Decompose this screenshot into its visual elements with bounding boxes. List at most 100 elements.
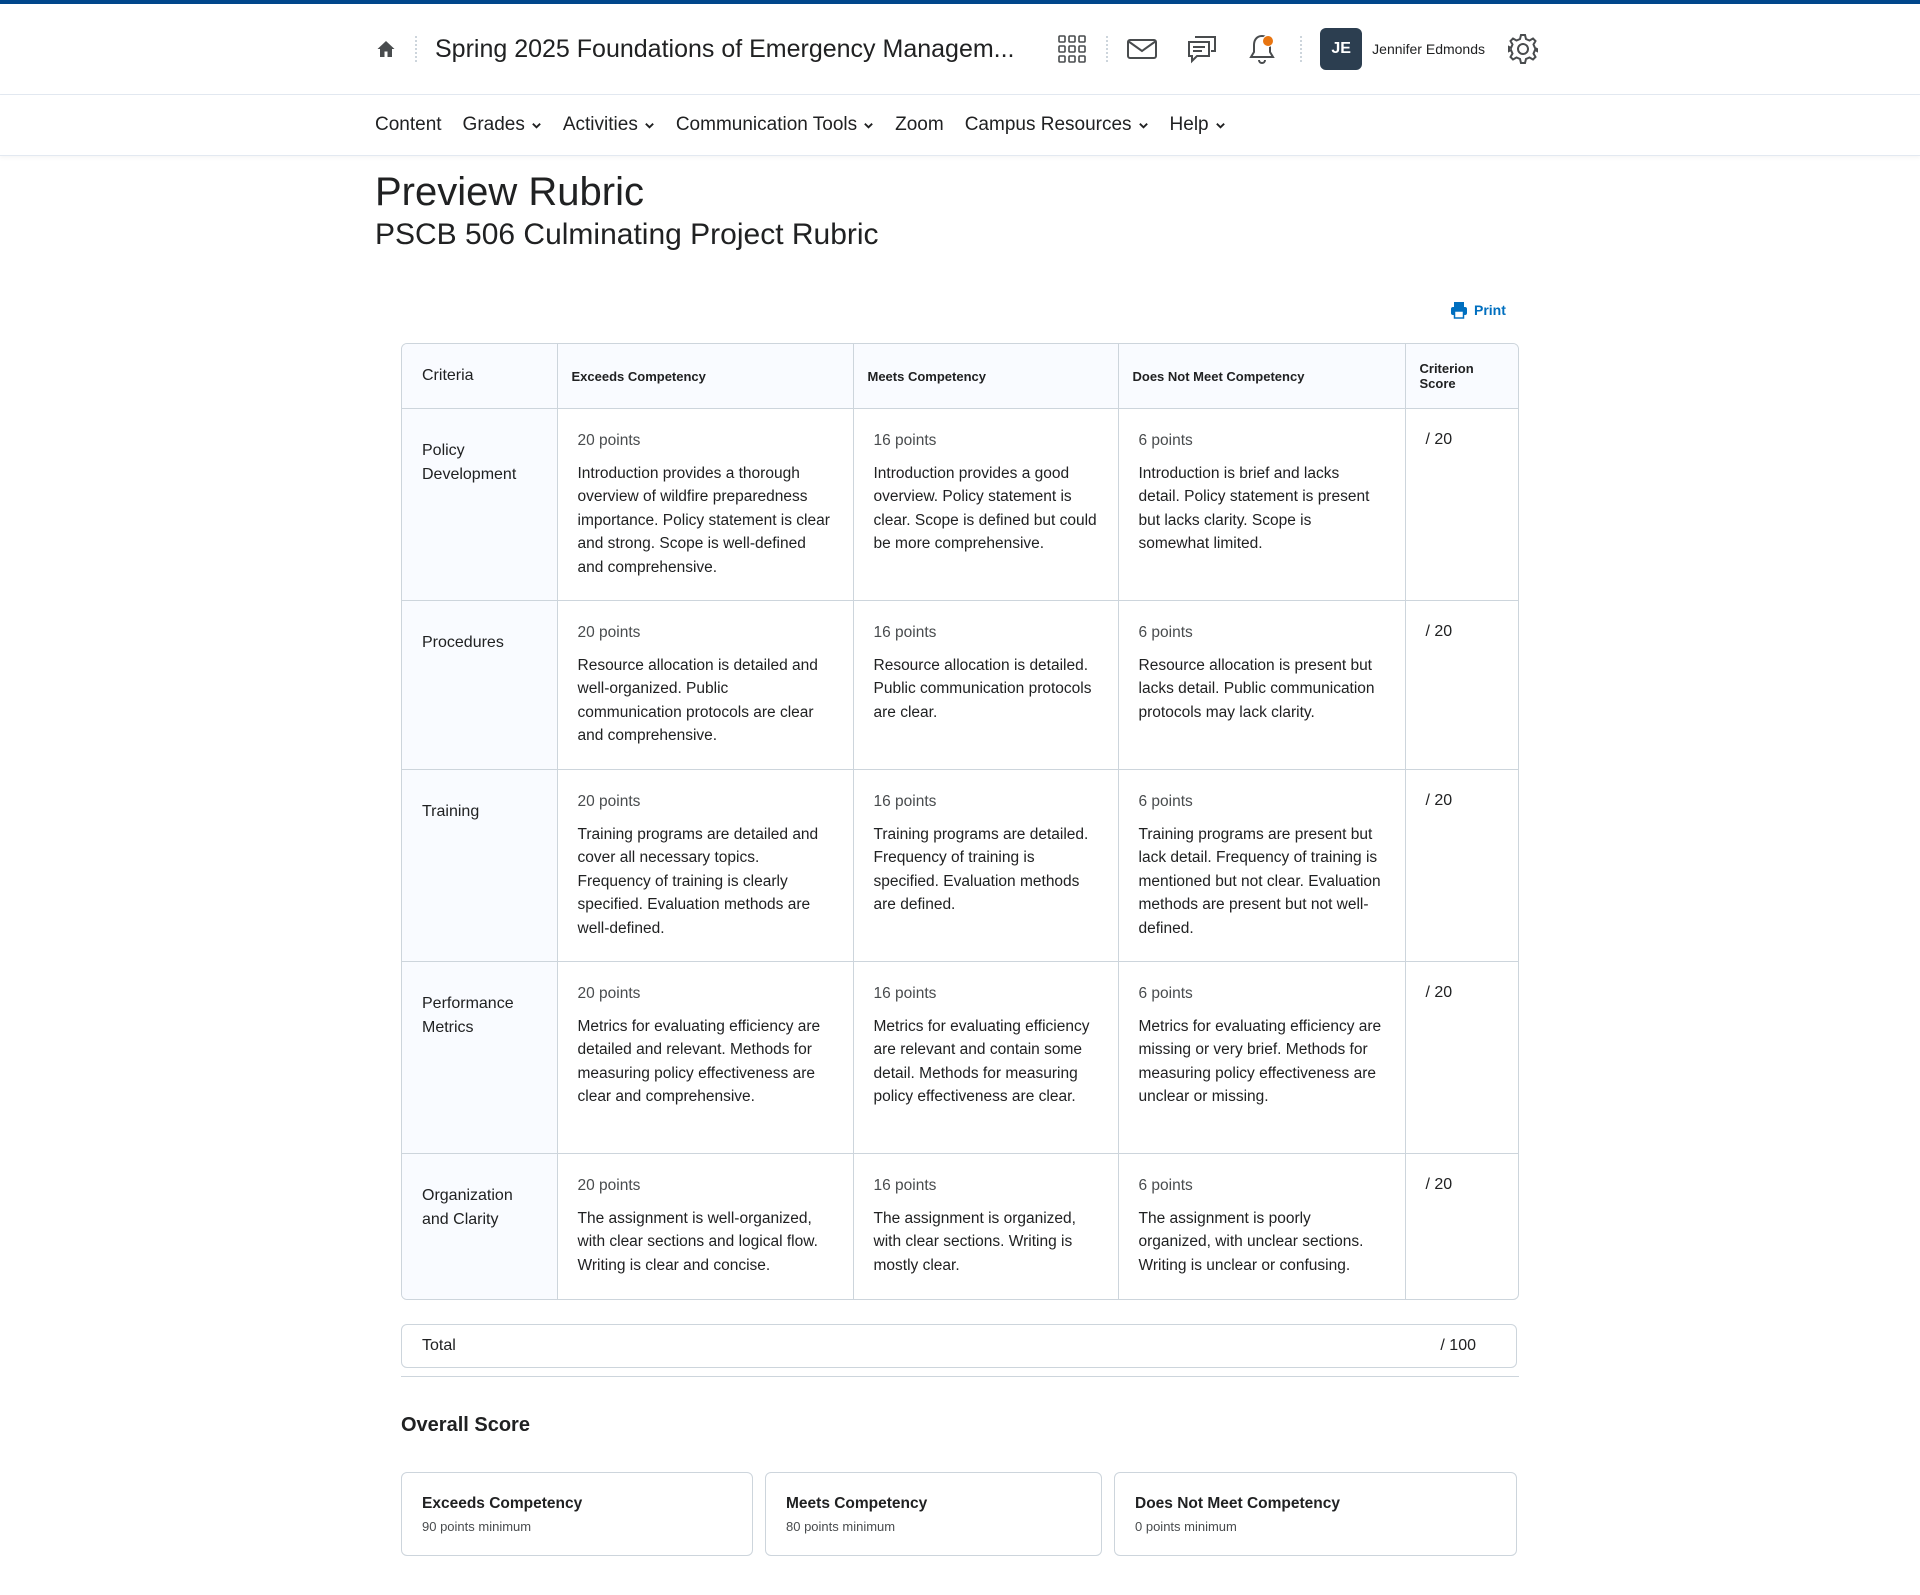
print-button[interactable]: Print: [1450, 301, 1506, 319]
level-points: 20 points: [577, 432, 641, 449]
criterion-score: / 20: [1405, 961, 1518, 1154]
level-cell: 16 points Introduction provides a good ov…: [853, 408, 1119, 601]
divider: [401, 1376, 1519, 1377]
overall-level-name: Meets Competency: [786, 1495, 928, 1512]
overall-level-card: Exceeds Competency 90 points minimum: [401, 1472, 753, 1556]
nav-communication-tools[interactable]: Communication Tools: [676, 114, 874, 136]
level-description: Training programs are present but lack d…: [1138, 825, 1381, 937]
overall-level-card: Meets Competency 80 points minimum: [765, 1472, 1102, 1556]
level-description: Introduction provides a good overview. P…: [873, 464, 1097, 553]
header-divider: [415, 36, 417, 62]
level-points: 20 points: [577, 793, 641, 810]
total-score: / 100: [1440, 1337, 1476, 1354]
nav-campus-resources[interactable]: Campus Resources: [965, 114, 1149, 136]
nav-label: Content: [375, 114, 442, 135]
level-points: 6 points: [1138, 793, 1193, 810]
criterion-score: / 20: [1405, 408, 1518, 601]
chevron-down-icon: [1138, 122, 1148, 129]
criterion-name: Organization and Clarity: [402, 1153, 558, 1299]
gear-icon[interactable]: [1501, 27, 1545, 71]
header-bar: Spring 2025 Foundations of Emergency Man…: [0, 4, 1920, 95]
level-description: Resource allocation is detailed and well…: [577, 656, 818, 745]
total-label: Total: [422, 1337, 456, 1354]
criterion-name: Procedures: [402, 600, 558, 770]
column-header: Criterion Score: [1405, 344, 1518, 409]
overall-level-minimum: 90 points minimum: [422, 1519, 532, 1534]
overall-level-minimum: 80 points minimum: [786, 1519, 896, 1534]
level-cell: 20 points Resource allocation is detailed…: [557, 600, 854, 770]
bell-icon[interactable]: [1240, 27, 1284, 71]
level-cell: 20 points Introduction provides a thoroug…: [557, 408, 854, 601]
app-grid-icon[interactable]: [1050, 27, 1094, 71]
rubric-table: Criteria Exceeds Competency Meets Compet…: [401, 343, 1519, 1300]
nav-activities[interactable]: Activities: [563, 114, 655, 136]
level-cell: 6 points Resource allocation is present b…: [1118, 600, 1406, 770]
level-points: 16 points: [873, 432, 937, 449]
chat-icon[interactable]: [1180, 27, 1224, 71]
level-points: 20 points: [577, 985, 641, 1002]
level-description: The assignment is well-organized, with c…: [577, 1209, 818, 1274]
level-description: Training programs are detailed and cover…: [577, 825, 819, 937]
level-description: Resource allocation is present but lacks…: [1138, 656, 1375, 721]
criterion-name: Training: [402, 769, 558, 962]
level-description: Metrics for evaluating efficiency are re…: [873, 1017, 1090, 1106]
nav-label: Help: [1169, 114, 1209, 135]
rubric-name: PSCB 506 Culminating Project Rubric: [375, 218, 879, 251]
nav-label: Grades: [462, 114, 525, 135]
level-cell: 16 points Resource allocation is detailed…: [853, 600, 1119, 770]
criterion-score: / 20: [1425, 1176, 1453, 1193]
level-description: Introduction is brief and lacks detail. …: [1138, 464, 1370, 553]
table-row: Training 20 points Training programs are …: [402, 769, 1518, 962]
course-navbar: Content Grades Activities Communication …: [0, 95, 1920, 156]
header-divider: [1300, 36, 1303, 62]
chevron-down-icon: [532, 122, 541, 129]
criterion-name: Policy Development: [402, 408, 558, 601]
level-cell: 6 points Metrics for evaluating efficienc…: [1118, 961, 1406, 1154]
nav-help[interactable]: Help: [1170, 114, 1226, 136]
chevron-down-icon: [1215, 122, 1225, 129]
level-cell: 20 points Training programs are detailed …: [557, 769, 854, 962]
course-title[interactable]: Spring 2025 Foundations of Emergency Man…: [435, 35, 1015, 64]
criterion-score: / 20: [1405, 600, 1518, 770]
level-points: 6 points: [1138, 432, 1193, 449]
overall-level-card: Does Not Meet Competency 0 points minimu…: [1114, 1472, 1517, 1556]
level-cell: 16 points The assignment is organized, wi…: [853, 1153, 1119, 1299]
user-name[interactable]: Jennifer Edmonds: [1372, 41, 1485, 57]
nav-zoom[interactable]: Zoom: [895, 114, 944, 136]
total-row: Total / 100: [401, 1324, 1517, 1368]
header-actions: JE Jennifer Edmonds: [1042, 27, 1545, 71]
rubric-header-row: Criteria Exceeds Competency Meets Compet…: [402, 344, 1518, 409]
criterion-name: Performance Metrics: [402, 961, 558, 1154]
column-header: Criteria: [402, 344, 558, 409]
overall-level-name: Exceeds Competency: [422, 1495, 583, 1512]
level-points: 6 points: [1138, 985, 1193, 1002]
level-points: 16 points: [873, 624, 937, 641]
overall-level-name: Does Not Meet Competency: [1135, 1495, 1340, 1512]
home-icon[interactable]: [375, 38, 397, 60]
column-header: Meets Competency: [853, 344, 1119, 409]
level-points: 6 points: [1138, 624, 1193, 641]
level-description: Metrics for evaluating efficiency are de…: [577, 1017, 821, 1106]
mail-icon[interactable]: [1120, 27, 1164, 71]
level-cell: 16 points Training programs are detailed.…: [853, 769, 1119, 962]
table-row: Policy Development 20 points Introduction…: [402, 408, 1518, 601]
level-description: Metrics for evaluating efficiency are mi…: [1138, 1017, 1382, 1106]
header-divider: [1106, 36, 1109, 62]
avatar[interactable]: JE: [1320, 28, 1363, 70]
level-cell: 20 points The assignment is well-organize…: [557, 1153, 854, 1299]
nav-grades[interactable]: Grades: [463, 114, 542, 136]
nav-label: Activities: [562, 114, 638, 135]
nav-label: Campus Resources: [964, 114, 1132, 135]
page-title: Preview Rubric: [375, 170, 644, 214]
nav-content[interactable]: Content: [375, 114, 442, 136]
column-header: Does Not Meet Competency: [1118, 344, 1406, 409]
nav-label: Communication Tools: [675, 114, 858, 135]
level-points: 20 points: [577, 624, 641, 641]
level-points: 16 points: [873, 1177, 937, 1194]
level-cell: 20 points Metrics for evaluating efficien…: [557, 961, 854, 1154]
level-points: 16 points: [873, 985, 937, 1002]
level-description: The assignment is organized, with clear …: [873, 1209, 1076, 1274]
overall-score-heading: Overall Score: [401, 1414, 530, 1436]
level-points: 6 points: [1138, 1177, 1193, 1194]
level-description: Training programs are detailed. Frequenc…: [873, 825, 1089, 914]
